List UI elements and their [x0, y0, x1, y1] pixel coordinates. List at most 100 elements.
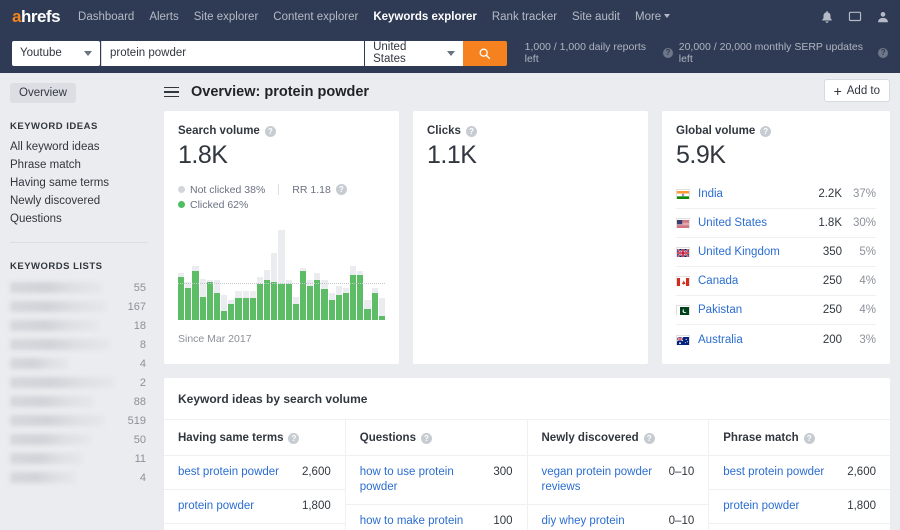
- nav-link-alerts[interactable]: Alerts: [149, 11, 178, 23]
- chart-bar[interactable]: [257, 230, 263, 320]
- search-input[interactable]: [101, 41, 364, 66]
- chart-bar[interactable]: [286, 230, 292, 320]
- keyword-link[interactable]: best protein powder: [723, 465, 824, 480]
- keywords-list-item[interactable]: 2: [10, 373, 158, 392]
- question-mark-icon[interactable]: ?: [804, 433, 815, 444]
- chart-bar[interactable]: [321, 230, 327, 320]
- chart-bar[interactable]: [185, 230, 191, 320]
- keywords-list-item[interactable]: 11: [10, 449, 158, 468]
- keyword-idea-row[interactable]: best protein powder2,600: [709, 456, 890, 490]
- search-button[interactable]: [463, 41, 507, 66]
- sidebar-item-questions[interactable]: Questions: [10, 210, 158, 228]
- keywords-list-item[interactable]: 8: [10, 335, 158, 354]
- keyword-link[interactable]: how to use protein powder: [360, 465, 488, 495]
- keyword-idea-row[interactable]: vegan protein powder1,000: [164, 524, 345, 530]
- country-row[interactable]: Pakistan2504%: [676, 296, 876, 325]
- keyword-link[interactable]: best protein powder: [178, 465, 279, 480]
- chart-bar[interactable]: [293, 230, 299, 320]
- question-mark-icon[interactable]: ?: [288, 433, 299, 444]
- nav-link-site-explorer[interactable]: Site explorer: [194, 11, 259, 23]
- chart-bar[interactable]: [336, 230, 342, 320]
- question-mark-icon[interactable]: ?: [466, 126, 477, 137]
- country-row[interactable]: United States1.8K30%: [676, 209, 876, 238]
- chart-bar[interactable]: [271, 230, 277, 320]
- chart-bar[interactable]: [329, 230, 335, 320]
- keyword-link[interactable]: protein powder: [178, 499, 254, 514]
- nav-link-more[interactable]: More: [635, 11, 670, 23]
- nav-link-site-audit[interactable]: Site audit: [572, 11, 620, 23]
- nav-link-content-explorer[interactable]: Content explorer: [273, 11, 358, 23]
- question-mark-icon[interactable]: ?: [663, 48, 673, 58]
- sidebar-item-overview[interactable]: Overview: [10, 83, 76, 103]
- keywords-list-item[interactable]: 167: [10, 297, 158, 316]
- keywords-list-item[interactable]: 88: [10, 392, 158, 411]
- sidebar-item-having-same-terms[interactable]: Having same terms: [10, 174, 158, 192]
- question-mark-icon[interactable]: ?: [421, 433, 432, 444]
- country-name[interactable]: Pakistan: [698, 304, 804, 316]
- keywords-list-item[interactable]: 18: [10, 316, 158, 335]
- bell-icon[interactable]: [820, 10, 834, 24]
- question-mark-icon[interactable]: ?: [760, 126, 771, 137]
- ahrefs-logo[interactable]: ahrefs: [12, 8, 60, 25]
- keywords-list-item[interactable]: 519: [10, 411, 158, 430]
- keywords-list-item[interactable]: 55: [10, 278, 158, 297]
- keywords-list-item[interactable]: 50: [10, 430, 158, 449]
- keyword-idea-row[interactable]: best protein powder2,600: [164, 456, 345, 490]
- keyword-idea-row[interactable]: protein powder1,800: [709, 490, 890, 524]
- chart-bar[interactable]: [178, 230, 184, 320]
- chart-bar[interactable]: [357, 230, 363, 320]
- sidebar-item-newly-discovered[interactable]: Newly discovered: [10, 192, 158, 210]
- chart-bar[interactable]: [235, 230, 241, 320]
- chart-bar[interactable]: [221, 230, 227, 320]
- country-row[interactable]: Australia2003%: [676, 325, 876, 354]
- add-to-button[interactable]: + Add to: [824, 79, 890, 102]
- question-mark-icon[interactable]: ?: [265, 126, 276, 137]
- chart-bar[interactable]: [314, 230, 320, 320]
- nav-link-keywords-explorer[interactable]: Keywords explorer: [373, 11, 477, 23]
- keyword-idea-row[interactable]: how to make protein powder100: [346, 505, 527, 530]
- chart-bar[interactable]: [228, 230, 234, 320]
- search-source-select[interactable]: Youtube: [12, 41, 100, 66]
- chart-bar[interactable]: [214, 230, 220, 320]
- chart-bar[interactable]: [372, 230, 378, 320]
- keyword-idea-row[interactable]: vegan protein powder1,000: [709, 524, 890, 530]
- chart-bar[interactable]: [379, 230, 385, 320]
- country-row[interactable]: United Kingdom3505%: [676, 238, 876, 267]
- chart-bar[interactable]: [192, 230, 198, 320]
- country-name[interactable]: Canada: [698, 275, 804, 287]
- keyword-link[interactable]: how to make protein powder: [360, 514, 488, 530]
- nav-link-dashboard[interactable]: Dashboard: [78, 11, 134, 23]
- keyword-link[interactable]: diy whey protein powder: [542, 514, 663, 530]
- keyword-link[interactable]: protein powder: [723, 499, 799, 514]
- keyword-idea-row[interactable]: diy whey protein powder0–10: [528, 505, 709, 530]
- country-row[interactable]: Canada2504%: [676, 267, 876, 296]
- chart-bar[interactable]: [343, 230, 349, 320]
- hamburger-menu-icon[interactable]: [164, 87, 179, 98]
- chart-bar[interactable]: [250, 230, 256, 320]
- question-mark-icon[interactable]: ?: [336, 184, 347, 195]
- country-name[interactable]: India: [698, 188, 804, 200]
- chart-bar[interactable]: [350, 230, 356, 320]
- country-select[interactable]: United States: [365, 41, 463, 66]
- keyword-link[interactable]: vegan protein powder reviews: [542, 465, 663, 495]
- chart-bar[interactable]: [200, 230, 206, 320]
- chart-bar[interactable]: [300, 230, 306, 320]
- chart-bar[interactable]: [207, 230, 213, 320]
- country-name[interactable]: United States: [698, 217, 804, 229]
- country-name[interactable]: United Kingdom: [698, 246, 804, 258]
- sidebar-item-all-keyword-ideas[interactable]: All keyword ideas: [10, 138, 158, 156]
- chart-bar[interactable]: [364, 230, 370, 320]
- country-row[interactable]: India2.2K37%: [676, 180, 876, 209]
- chart-bar[interactable]: [243, 230, 249, 320]
- keywords-list-item[interactable]: 4: [10, 354, 158, 373]
- message-icon[interactable]: [848, 10, 862, 24]
- keyword-idea-row[interactable]: protein powder1,800: [164, 490, 345, 524]
- user-icon[interactable]: [876, 10, 890, 24]
- nav-link-rank-tracker[interactable]: Rank tracker: [492, 11, 557, 23]
- country-name[interactable]: Australia: [698, 334, 804, 346]
- sidebar-item-phrase-match[interactable]: Phrase match: [10, 156, 158, 174]
- keyword-idea-row[interactable]: how to use protein powder300: [346, 456, 527, 505]
- chart-bar[interactable]: [307, 230, 313, 320]
- question-mark-icon[interactable]: ?: [878, 48, 888, 58]
- chart-bar[interactable]: [278, 230, 284, 320]
